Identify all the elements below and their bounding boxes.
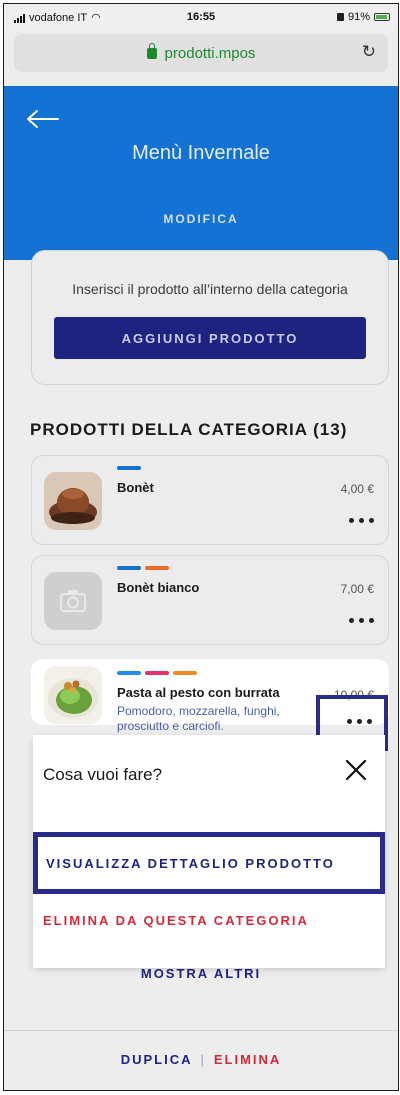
close-icon[interactable] (343, 757, 369, 783)
add-product-button[interactable]: AGGIUNGI PRODOTTO (54, 317, 366, 359)
section-title: PRODOTTI DELLA CATEGORIA (13) (30, 420, 348, 439)
battery-percent: 91% (347, 11, 370, 23)
view-product-detail-option[interactable]: VISUALIZZA DETTAGLIO PRODOTTO (33, 832, 385, 894)
add-product-hint: Inserisci il prodotto all’interno della … (72, 281, 348, 297)
duplicate-button[interactable]: DUPLICA (121, 1052, 193, 1067)
phone-screen: vodafone IT ◠ 16:55 91% prodotti.mpos ↻ … (3, 3, 399, 1091)
action-sheet: Cosa vuoi fare? VISUALIZZA DETTAGLIO PRO… (33, 735, 385, 968)
product-image (44, 666, 102, 724)
footer-separator: | (200, 1052, 206, 1067)
footer-actions: DUPLICA | ELIMINA (4, 1052, 398, 1067)
product-name: Pasta al pesto con burrata (117, 685, 280, 700)
product-tags (117, 566, 169, 570)
product-image (44, 472, 102, 530)
product-description: Pomodoro, mozzarella, funghi, prosciutto… (117, 704, 280, 733)
product-tags (117, 671, 197, 675)
product-name: Bonèt (117, 480, 154, 495)
add-product-card: Inserisci il prodotto all’interno della … (31, 250, 389, 385)
back-arrow-icon[interactable] (26, 108, 60, 130)
product-card-bonet[interactable]: Bonèt 4,00 € (31, 455, 389, 545)
product-price: 7,00 € (340, 582, 374, 596)
product-price: 4,00 € (340, 482, 374, 496)
status-bar: vodafone IT ◠ 16:55 91% (4, 4, 398, 32)
more-options-icon[interactable] (349, 518, 374, 523)
delete-button[interactable]: ELIMINA (214, 1052, 281, 1067)
sheet-title: Cosa vuoi fare? (43, 765, 163, 784)
camera-placeholder-icon (44, 572, 102, 630)
rotation-lock-icon (336, 13, 344, 21)
more-options-icon[interactable] (349, 618, 374, 623)
more-options-icon[interactable] (347, 719, 372, 724)
status-right: 91% (336, 11, 390, 23)
show-more-button[interactable]: MOSTRA ALTRI (4, 966, 398, 981)
address-bar[interactable]: prodotti.mpos ↻ (14, 34, 388, 72)
remove-from-category-option[interactable]: ELIMINA DA QUESTA CATEGORIA (43, 913, 309, 928)
url-text: prodotti.mpos (164, 44, 256, 62)
page-header: Menù Invernale MODIFICA (4, 86, 398, 260)
battery-icon (374, 13, 390, 21)
page-title: Menù Invernale (132, 142, 270, 164)
product-name: Bonèt bianco (117, 580, 200, 595)
edit-button[interactable]: MODIFICA (4, 212, 398, 226)
product-tags (117, 466, 141, 470)
product-card-bonet-bianco[interactable]: Bonèt bianco 7,00 € (31, 555, 389, 645)
divider (4, 1030, 398, 1031)
lock-icon (146, 42, 157, 59)
reload-icon[interactable]: ↻ (362, 42, 376, 62)
